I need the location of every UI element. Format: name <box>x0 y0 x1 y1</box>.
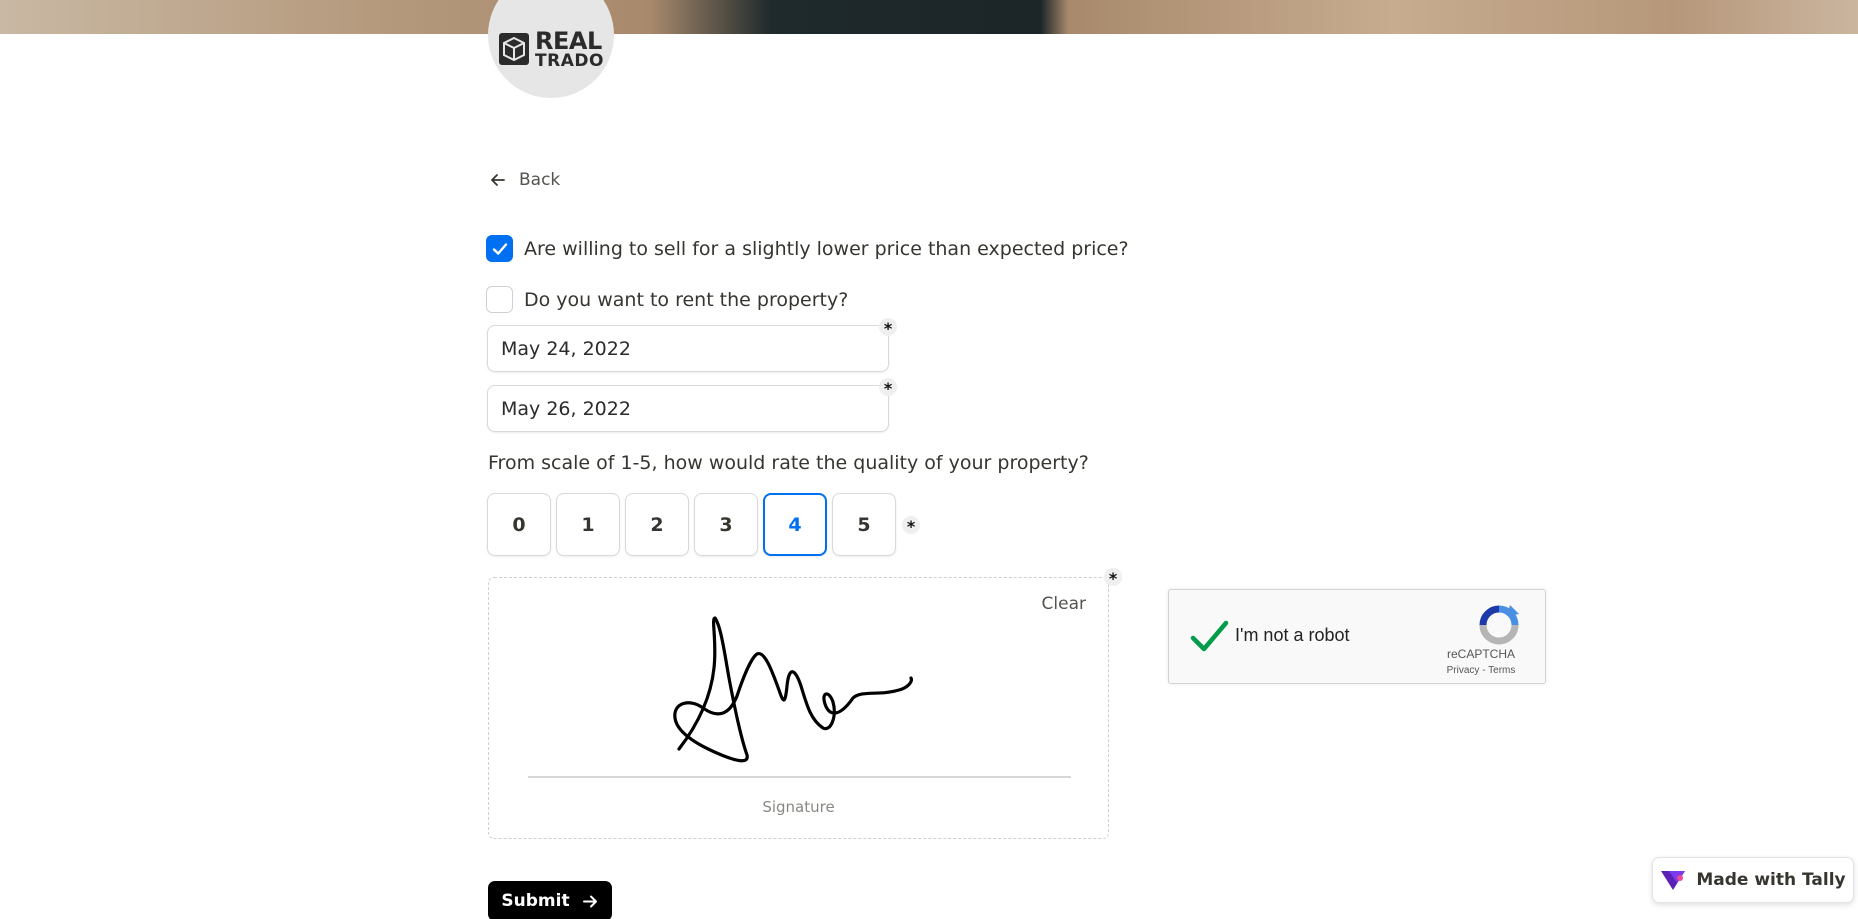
rating-question: From scale of 1-5, how would rate the qu… <box>488 452 1089 474</box>
recaptcha-privacy-terms[interactable]: Privacy - Terms <box>1417 665 1545 676</box>
required-mark: * <box>879 378 897 397</box>
tally-logo-icon <box>1661 871 1686 890</box>
signature-caption: Signature <box>762 798 835 816</box>
sell-checkbox[interactable] <box>486 235 513 262</box>
brand-logo: REAL TRADO <box>488 0 614 98</box>
rating-option-4[interactable]: 4 <box>763 493 827 556</box>
arrow-left-icon <box>491 174 505 186</box>
signature-baseline <box>528 776 1071 778</box>
back-button[interactable]: Back <box>489 168 560 192</box>
recaptcha-widget: I'm not a robot reCAPTCHA Privacy - Term… <box>1168 589 1546 684</box>
date-field-1[interactable]: May 24, 2022 <box>487 325 889 372</box>
submit-button[interactable]: Submit <box>488 881 612 919</box>
required-mark: * <box>902 516 920 535</box>
date-field-1-value: May 24, 2022 <box>501 337 631 360</box>
required-mark: * <box>1104 568 1122 587</box>
checkbox-row-sell[interactable]: Are willing to sell for a slightly lower… <box>486 235 1129 262</box>
arrow-right-icon <box>582 895 597 907</box>
rating-option-2[interactable]: 2 <box>625 493 689 556</box>
form-page: REAL TRADO Back Are willing to sell for … <box>0 0 1858 919</box>
recaptcha-label: I'm not a robot <box>1235 625 1350 645</box>
rating-option-5[interactable]: 5 <box>832 493 896 556</box>
rating-option-3[interactable]: 3 <box>694 493 758 556</box>
rent-checkbox-label: Do you want to rent the property? <box>524 288 849 311</box>
checkmark-icon <box>492 242 507 255</box>
made-with-tally-badge[interactable]: Made with Tally <box>1652 857 1854 903</box>
rating-option-1[interactable]: 1 <box>556 493 620 556</box>
recaptcha-logo-icon <box>1479 605 1519 645</box>
recaptcha-brand: reCAPTCHA <box>1446 647 1515 661</box>
cube-icon <box>499 33 530 65</box>
required-mark: * <box>879 318 897 337</box>
submit-label: Submit <box>501 891 570 911</box>
signature-pad[interactable]: Clear Signature <box>488 577 1109 839</box>
date-field-2[interactable]: May 26, 2022 <box>487 385 889 432</box>
cover-image <box>0 0 1858 34</box>
checkbox-row-rent[interactable]: Do you want to rent the property? <box>486 286 848 313</box>
back-label: Back <box>519 170 561 190</box>
sell-checkbox-label: Are willing to sell for a slightly lower… <box>524 237 1129 260</box>
rating-option-0[interactable]: 0 <box>487 493 551 556</box>
date-field-2-value: May 26, 2022 <box>501 397 631 420</box>
logo-text-line1: REAL <box>535 26 602 55</box>
rating-scale: 0 1 2 3 4 5 <box>487 493 896 556</box>
made-with-tally-label: Made with Tally <box>1696 870 1846 890</box>
recaptcha-checkmark-icon[interactable] <box>1189 617 1229 657</box>
rent-checkbox[interactable] <box>486 286 513 313</box>
signature-clear-button[interactable]: Clear <box>1042 594 1086 614</box>
logo-text-line2: TRADO <box>535 50 604 71</box>
